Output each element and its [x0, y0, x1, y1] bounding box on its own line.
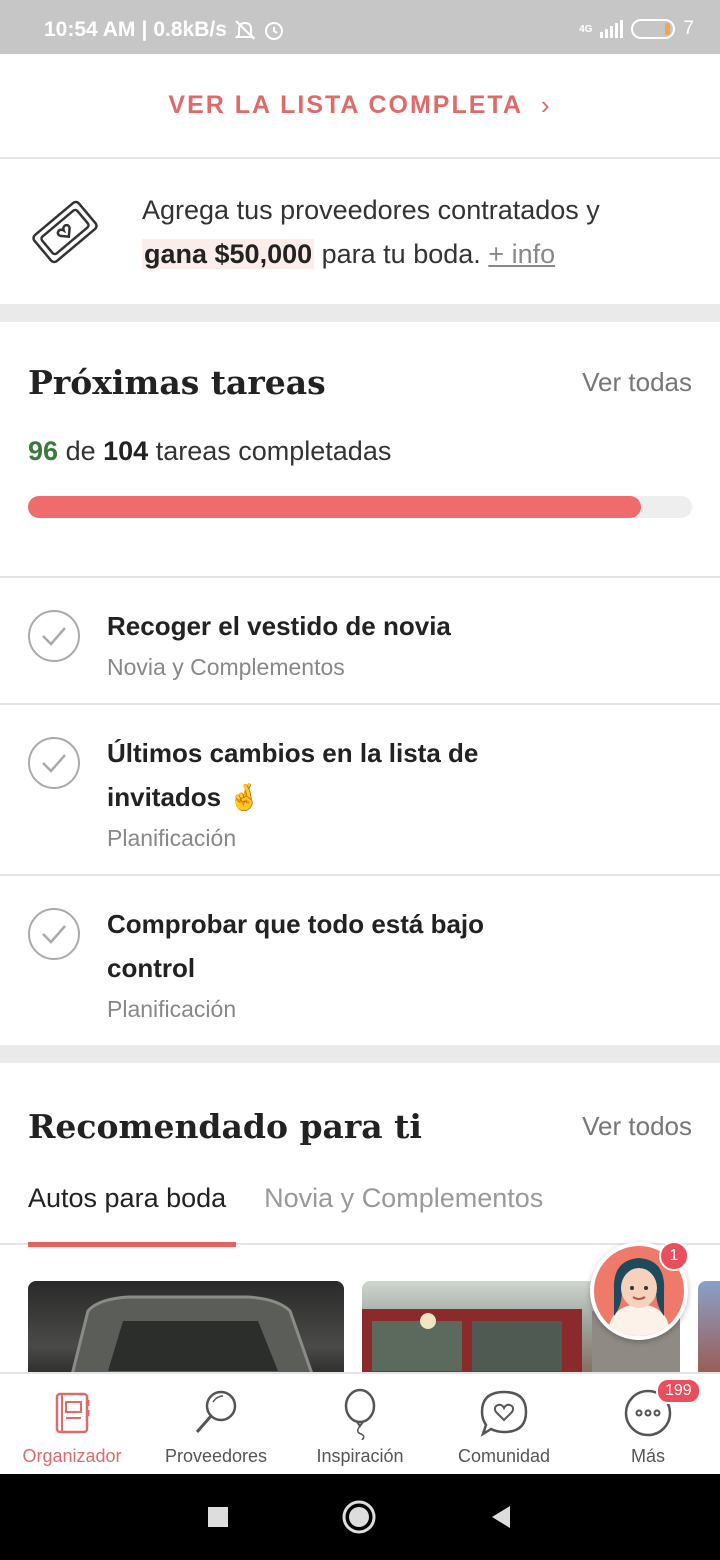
- recents-icon[interactable]: [206, 1505, 230, 1529]
- check-circle-icon[interactable]: [28, 737, 80, 789]
- task-body: Recoger el vestido de novia Novia y Comp…: [107, 604, 451, 681]
- vendor-card-image[interactable]: [28, 1281, 344, 1372]
- network-label: 4G: [579, 23, 593, 35]
- nav-comunidad[interactable]: Comunidad: [432, 1374, 576, 1474]
- system-nav-bar: [0, 1474, 720, 1560]
- task-body: Comprobar que todo está bajo control Pla…: [107, 902, 527, 1023]
- nav-inspiracion[interactable]: Inspiración: [288, 1374, 432, 1474]
- tasks-total-count: 104: [103, 436, 149, 466]
- recommended-see-all-link[interactable]: Ver todos: [582, 1111, 692, 1142]
- back-icon[interactable]: [488, 1504, 514, 1530]
- task-item[interactable]: Recoger el vestido de novia Novia y Comp…: [0, 578, 720, 705]
- recommended-tabs: Autos para boda Novia y Complementos: [0, 1175, 720, 1247]
- recommended-header: Recomendado para ti Ver todos: [0, 1065, 720, 1175]
- promo-highlight: gana $50,000: [142, 238, 315, 269]
- tasks-of-label: de: [65, 436, 96, 466]
- tab-novia-y-complementos[interactable]: Novia y Complementos: [264, 1175, 543, 1243]
- main-content: VER LA LISTA COMPLETA › Agrega tus prove…: [0, 54, 720, 1372]
- ticket-icon: [32, 200, 98, 263]
- task-category: Planificación: [107, 825, 237, 851]
- status-bar: 10:54 AM | 0.8kB/s 4G 7: [0, 0, 720, 54]
- full-list-label: VER LA LISTA COMPLETA: [168, 91, 523, 119]
- tasks-completed-count: 96: [28, 436, 59, 466]
- promo-banner[interactable]: Agrega tus proveedores contratados y gan…: [0, 159, 720, 304]
- chat-notification-badge: 1: [659, 1241, 689, 1271]
- home-icon[interactable]: [341, 1499, 377, 1535]
- task-item[interactable]: Comprobar que todo está bajo control Pla…: [0, 876, 720, 1045]
- nav-label: Organizador: [22, 1446, 122, 1466]
- recommended-title: Recomendado para ti: [28, 1106, 422, 1146]
- chevron-right-icon: ›: [540, 90, 552, 120]
- promo-text-before: Agrega tus proveedores contratados y: [142, 194, 600, 225]
- tasks-suffix: tareas completadas: [155, 436, 392, 466]
- tasks-progress-text: 96 de 104 tareas completadas: [0, 436, 720, 486]
- section-divider: [0, 304, 720, 322]
- section-divider: [0, 1045, 720, 1063]
- mute-icon: [234, 20, 256, 40]
- alarm-icon: [264, 22, 283, 40]
- status-right: 4G 7: [579, 18, 694, 40]
- tasks-progress-fill: [28, 496, 641, 518]
- task-list: Recoger el vestido de novia Novia y Comp…: [0, 578, 720, 1045]
- task-title: Comprobar que todo está bajo control: [107, 909, 485, 983]
- nav-label: Más: [630, 1446, 665, 1466]
- tab-autos-para-boda[interactable]: Autos para boda: [28, 1175, 237, 1247]
- status-speed: 0.8kB/s: [153, 18, 227, 41]
- status-time: 10:54 AM: [44, 18, 136, 41]
- task-item[interactable]: Últimos cambios en la lista de invitados…: [0, 705, 720, 876]
- tasks-progress-bar: [28, 496, 692, 518]
- status-left: 10:54 AM | 0.8kB/s: [44, 18, 285, 42]
- check-circle-icon[interactable]: [28, 610, 80, 662]
- chat-heart-icon: [480, 1390, 528, 1437]
- task-category: Planificación: [107, 996, 237, 1022]
- nav-mas[interactable]: Más 199: [576, 1374, 720, 1474]
- planner-icon: [55, 1392, 90, 1434]
- car-image: [71, 1295, 313, 1372]
- nav-label: Comunidad: [457, 1446, 551, 1466]
- battery-icon: [631, 19, 676, 39]
- promo-more-link[interactable]: + info: [488, 239, 555, 269]
- search-icon: [195, 1390, 237, 1433]
- tasks-see-all-link[interactable]: Ver todas: [582, 367, 692, 398]
- battery-level: 7: [683, 18, 694, 39]
- full-list-link[interactable]: VER LA LISTA COMPLETA ›: [0, 54, 720, 159]
- status-divider: |: [141, 18, 148, 41]
- task-title: Últimos cambios en la lista de invitados…: [107, 738, 479, 812]
- task-category: Novia y Complementos: [107, 654, 345, 680]
- nav-label: Inspiración: [316, 1446, 404, 1466]
- tasks-header: Próximas tareas Ver todas: [0, 322, 720, 436]
- signal-icon: [600, 20, 624, 38]
- nav-proveedores[interactable]: Proveedores: [144, 1374, 288, 1474]
- promo-text-after: para tu boda.: [321, 238, 481, 269]
- task-body: Últimos cambios en la lista de invitados…: [107, 731, 527, 852]
- nav-organizador[interactable]: Organizador: [0, 1374, 144, 1474]
- nav-label: Proveedores: [164, 1446, 268, 1466]
- bottom-nav: Organizador Proveedores Inspiración Comu…: [0, 1372, 720, 1474]
- promo-text: Agrega tus proveedores contratados y gan…: [142, 188, 600, 276]
- progress-wrap: [0, 496, 720, 578]
- balloon-icon: [344, 1388, 376, 1440]
- tasks-title: Próximas tareas: [28, 362, 326, 402]
- vendor-card-image[interactable]: [698, 1281, 720, 1372]
- more-notification-badge: 199: [656, 1378, 701, 1404]
- check-circle-icon[interactable]: [28, 908, 80, 960]
- task-title: Recoger el vestido de novia: [107, 611, 451, 641]
